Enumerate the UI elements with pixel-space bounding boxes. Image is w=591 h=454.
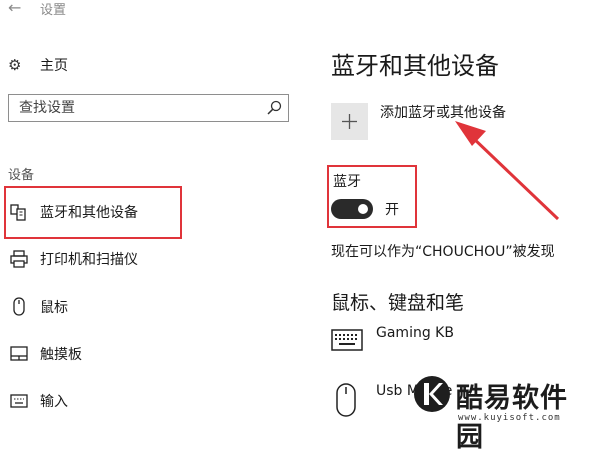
annotation-arrow-icon [455, 121, 560, 221]
watermark-url: www.kuyisoft.com [458, 413, 561, 423]
watermark-logo-icon [414, 376, 450, 412]
watermark: 酷易软件园 www.kuyisoft.com [412, 372, 591, 453]
